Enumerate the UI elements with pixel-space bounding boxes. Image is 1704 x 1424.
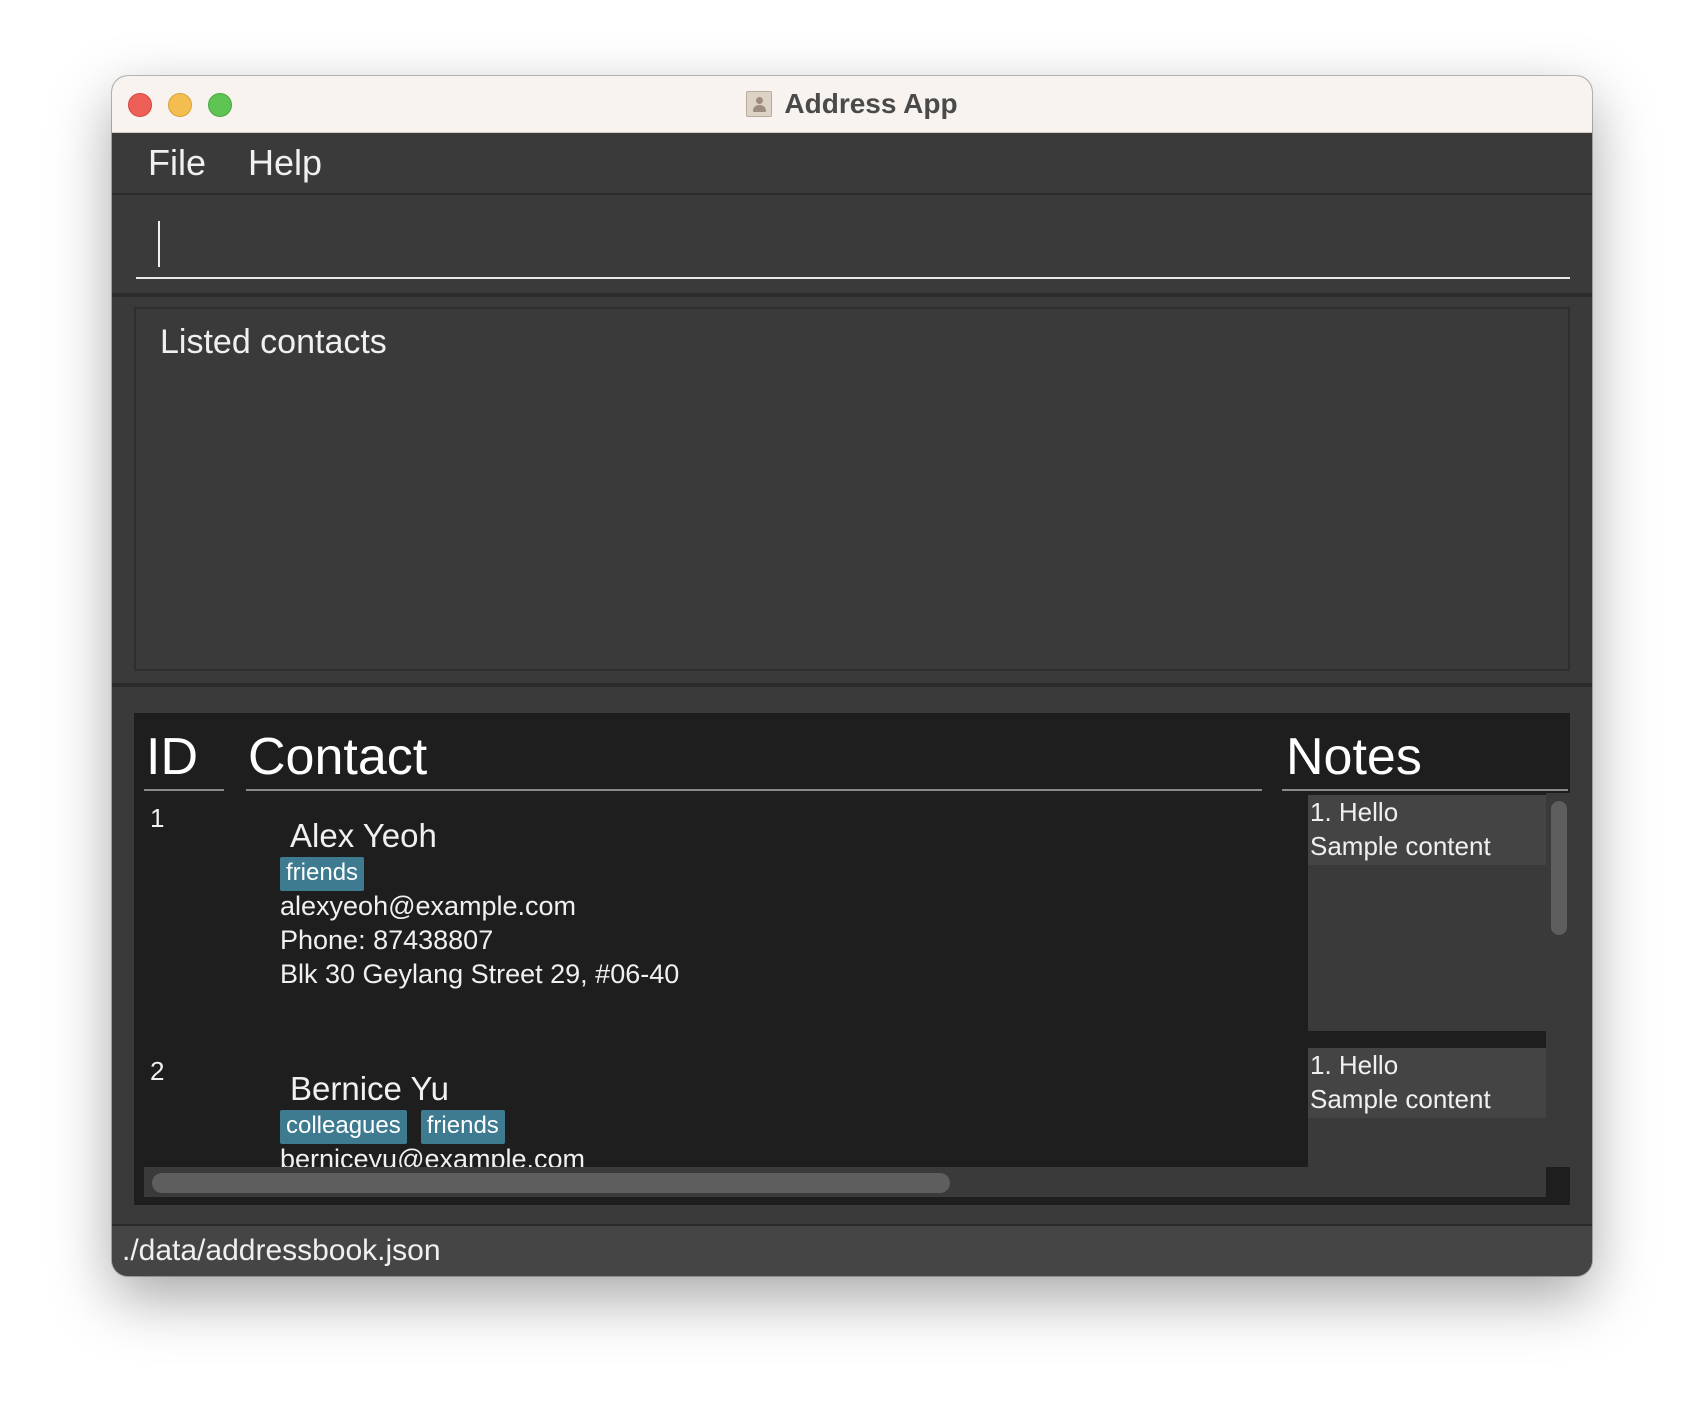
result-display-area: Listed contacts [112,297,1592,687]
tag-list: colleagues friends [280,1110,505,1144]
command-input[interactable] [136,207,1570,279]
note-title: 1. Hello [1310,1050,1399,1080]
contact-name: Bernice Yu [290,1070,450,1107]
horizontal-scroll-thumb[interactable] [152,1173,950,1193]
app-window: Address App File Help Listed contacts ID… [112,76,1592,1276]
status-bar: ./data/addressbook.json [112,1224,1592,1276]
contact-list-viewport[interactable]: 1 Alex Yeoh friends alexyeoh@example.com… [144,793,1546,1167]
contact-name: Alex Yeoh [290,817,437,854]
horizontal-scrollbar[interactable] [144,1167,1546,1197]
address-book-icon [746,91,773,117]
contact-phone: Phone: 87438807 [280,925,494,955]
header-divider-id [144,789,224,791]
text-caret [158,221,160,267]
menu-help[interactable]: Help [248,142,322,184]
save-location: ./data/addressbook.json [122,1234,441,1267]
contact-email: berniceyu@example.com [280,1144,586,1167]
note-item: 1. Hello Sample content [1308,1048,1546,1118]
menu-bar: File Help [112,133,1592,195]
column-header-id: ID [146,728,198,786]
title-bar: Address App [112,76,1592,133]
note-content: Sample content [1310,1084,1491,1114]
result-display: Listed contacts [134,307,1570,671]
tag-list: friends [280,857,365,891]
window-title: Address App [784,88,958,119]
note-item: 1. Hello Sample content [1308,795,1546,865]
result-message: Listed contacts [160,323,387,361]
contact-row[interactable]: 1 Alex Yeoh friends alexyeoh@example.com… [144,793,1546,1046]
scrollbar-corner [1546,1167,1570,1197]
notes-cell[interactable]: 1. Hello Sample content [1308,1048,1546,1167]
contact-list-panel: ID Contact Notes 1 Alex Yeoh friends ale… [134,713,1570,1205]
menu-file[interactable]: File [148,142,206,184]
contact-id: 1 [150,803,165,833]
tag: friends [420,1110,505,1144]
vertical-scroll-thumb[interactable] [1551,801,1567,935]
note-title: 1. Hello [1310,797,1399,827]
title-group: Address App [112,76,1592,132]
header-divider-contact [246,789,1262,791]
note-content: Sample content [1310,831,1491,861]
vertical-scrollbar[interactable] [1546,793,1570,1167]
contact-email: alexyeoh@example.com [280,891,577,921]
contact-id: 2 [150,1056,165,1086]
tag: friends [280,857,365,891]
contact-address: Blk 30 Geylang Street 29, #06-40 [280,959,680,989]
column-header-contact: Contact [248,728,428,786]
notes-cell[interactable]: 1. Hello Sample content [1308,795,1546,1031]
contact-row[interactable]: 2 Bernice Yu colleagues friends bernicey… [144,1046,1546,1167]
command-box [112,197,1592,297]
tag: colleagues [280,1110,407,1144]
column-header-notes: Notes [1286,728,1422,786]
header-divider-notes [1282,789,1568,791]
